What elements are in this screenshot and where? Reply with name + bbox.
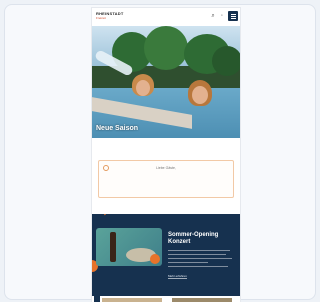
info-icon (103, 165, 109, 171)
menu-icon[interactable] (228, 11, 238, 21)
section-icon (94, 296, 100, 302)
next-section-preview (92, 296, 240, 302)
hero-title: Neue Saison (96, 125, 139, 132)
header-actions: ⌕ ◦ (210, 11, 238, 21)
badge-icon (150, 254, 160, 264)
event-description (168, 250, 234, 270)
notice-heading: Liebe Gäste, (156, 166, 176, 170)
site-logo[interactable]: RHEINSTADT Freizeit (96, 11, 140, 23)
event-more-link[interactable]: Mehr erfahren (168, 274, 187, 279)
event-title: Sommer-Opening Konzert (168, 232, 219, 245)
user-icon[interactable]: ◦ (219, 13, 225, 19)
hero-image: Neue Saison (92, 26, 240, 138)
event-image (96, 228, 162, 266)
mobile-page: RHEINSTADT Freizeit ⌕ ◦ Neue Saison Lieb… (92, 8, 240, 302)
site-header: RHEINSTADT Freizeit ⌕ ◦ (92, 8, 240, 26)
event-section: Sommer-Opening Konzert Mehr erfahren (92, 214, 240, 296)
notice-box: Liebe Gäste, (98, 160, 234, 198)
logo-subtitle: Freizeit (96, 16, 106, 20)
search-icon[interactable]: ⌕ (210, 13, 216, 19)
